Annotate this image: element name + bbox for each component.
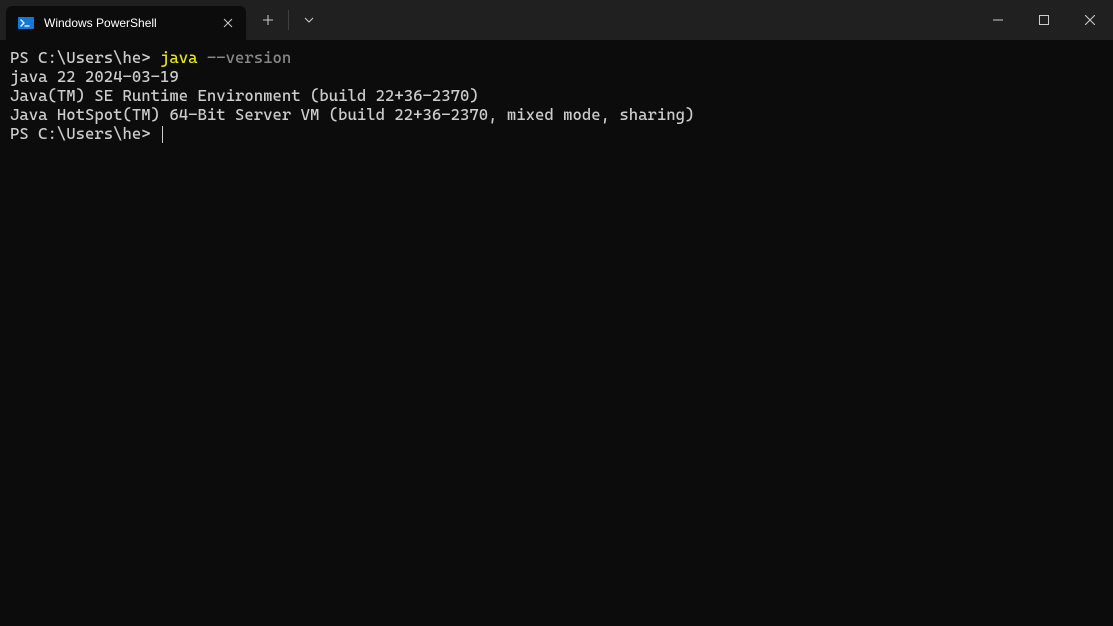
prompt: PS C:\Users\he> <box>10 48 151 67</box>
tab-action-divider <box>288 10 289 30</box>
titlebar: Windows PowerShell <box>0 0 1113 40</box>
titlebar-left: Windows PowerShell <box>0 0 325 40</box>
output-line: java 22 2024-03-19 <box>10 67 179 86</box>
tab-dropdown-button[interactable] <box>293 4 325 36</box>
tab-actions <box>252 0 325 40</box>
command-argument: --version <box>207 48 291 67</box>
cursor <box>162 126 163 143</box>
new-tab-button[interactable] <box>252 4 284 36</box>
output-line: Java(TM) SE Runtime Environment (build 2… <box>10 86 479 105</box>
terminal-output[interactable]: PS C:\Users\he> java --version java 22 2… <box>0 40 1113 151</box>
maximize-button[interactable] <box>1021 4 1067 36</box>
powershell-icon <box>18 15 34 31</box>
command-executable: java <box>160 48 198 67</box>
window-controls <box>975 0 1113 40</box>
tab-title: Windows PowerShell <box>44 16 210 30</box>
minimize-button[interactable] <box>975 4 1021 36</box>
close-button[interactable] <box>1067 4 1113 36</box>
output-line: Java HotSpot(TM) 64-Bit Server VM (build… <box>10 105 694 124</box>
prompt: PS C:\Users\he> <box>10 124 151 143</box>
tab-powershell[interactable]: Windows PowerShell <box>6 6 246 40</box>
tab-close-button[interactable] <box>220 15 236 31</box>
